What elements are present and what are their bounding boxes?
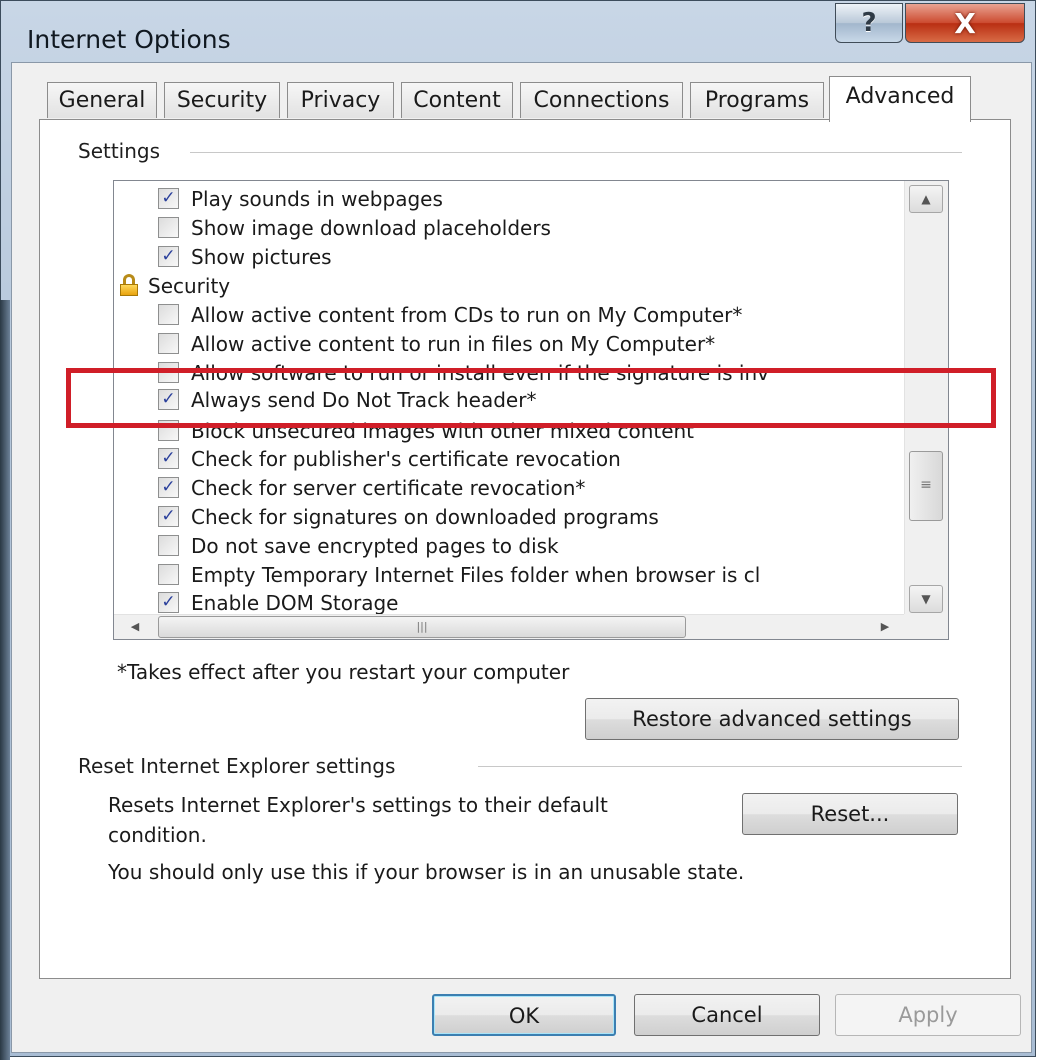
setting-server-cert-revocation[interactable]: ✓ Check for server certificate revocation… [158,474,585,502]
setting-block-unsecured-images[interactable]: Block unsecured images with other mixed … [158,417,694,445]
tab-programs[interactable]: Programs [690,82,824,118]
help-button[interactable]: ? [835,3,903,43]
reset-group-label: Reset Internet Explorer settings [78,754,406,778]
setting-do-not-save-encrypted[interactable]: Do not save encrypted pages to disk [158,532,559,560]
scroll-right-button[interactable]: ▶ [872,617,898,637]
window-title: Internet Options [27,25,231,54]
setting-show-pictures[interactable]: ✓ Show pictures [158,243,332,271]
title-bar: Internet Options ? X [1,1,1037,63]
window-frame-edge [0,300,10,1060]
reset-button[interactable]: Reset... [742,793,958,835]
checkbox-checked[interactable]: ✓ [158,592,179,613]
checkbox-unchecked[interactable] [158,535,179,556]
reset-description: Resets Internet Explorer's settings to t… [108,793,608,847]
lock-icon [120,273,138,296]
checkbox-unchecked[interactable] [158,564,179,585]
restart-footnote: *Takes effect after you restart your com… [117,660,570,684]
checkbox-unchecked[interactable] [158,362,179,383]
setting-allow-active-content-cds[interactable]: Allow active content from CDs to run on … [158,301,742,329]
checkbox-checked[interactable]: ✓ [158,477,179,498]
checkbox-checked[interactable]: ✓ [158,389,179,410]
scroll-down-button[interactable]: ▼ [909,585,943,613]
setting-allow-active-content-files[interactable]: Allow active content to run in files on … [158,330,715,358]
vertical-scroll-thumb[interactable]: ≡ [909,451,943,521]
horizontal-scrollbar[interactable]: ◀ ||| ▶ [114,614,906,639]
settings-group-label: Settings [78,139,171,163]
checkbox-unchecked[interactable] [158,304,179,325]
setting-enable-dom-storage[interactable]: ✓ Enable DOM Storage [158,589,399,617]
checkbox-checked[interactable]: ✓ [158,448,179,469]
tab-content[interactable]: Content [401,82,513,118]
category-security: Security [120,272,230,300]
setting-check-signatures[interactable]: ✓ Check for signatures on downloaded prog… [158,503,659,531]
setting-do-not-track[interactable]: ✓ Always send Do Not Track header* [158,386,536,414]
ok-button[interactable]: OK [432,994,616,1036]
checkbox-unchecked[interactable] [158,217,179,238]
checkbox-checked[interactable]: ✓ [158,506,179,527]
reset-warning: You should only use this if your browser… [108,860,745,884]
help-icon: ? [861,8,877,38]
checkbox-checked[interactable]: ✓ [158,188,179,209]
cancel-button[interactable]: Cancel [634,994,820,1036]
vertical-scrollbar[interactable]: ▲ ≡ ▼ [904,181,948,616]
tab-general[interactable]: General [47,82,157,118]
scroll-up-button[interactable]: ▲ [909,185,943,213]
scroll-corner [904,614,948,639]
settings-list[interactable]: ✓ Play sounds in webpages Show image down… [113,180,949,640]
setting-show-image-placeholders[interactable]: Show image download placeholders [158,214,551,242]
reset-group-divider [478,766,962,767]
tab-connections[interactable]: Connections [520,82,683,118]
setting-play-sounds[interactable]: ✓ Play sounds in webpages [158,185,443,213]
setting-empty-temp-files[interactable]: Empty Temporary Internet Files folder wh… [158,561,760,589]
apply-button[interactable]: Apply [835,994,1021,1036]
tab-security[interactable]: Security [164,82,280,118]
close-button[interactable]: X [905,3,1025,43]
restore-advanced-settings-button[interactable]: Restore advanced settings [585,698,959,740]
scroll-left-button[interactable]: ◀ [122,617,148,637]
checkbox-unchecked[interactable] [158,420,179,441]
setting-publisher-cert-revocation[interactable]: ✓ Check for publisher's certificate revoc… [158,445,621,473]
setting-allow-software-install[interactable]: Allow software to run or install even if… [158,359,769,387]
checkbox-checked[interactable]: ✓ [158,246,179,267]
horizontal-scroll-thumb[interactable]: ||| [158,616,686,638]
close-icon: X [954,6,976,40]
tab-privacy[interactable]: Privacy [287,82,394,118]
settings-group-divider [190,152,962,153]
tab-advanced[interactable]: Advanced [829,76,971,122]
checkbox-unchecked[interactable] [158,333,179,354]
